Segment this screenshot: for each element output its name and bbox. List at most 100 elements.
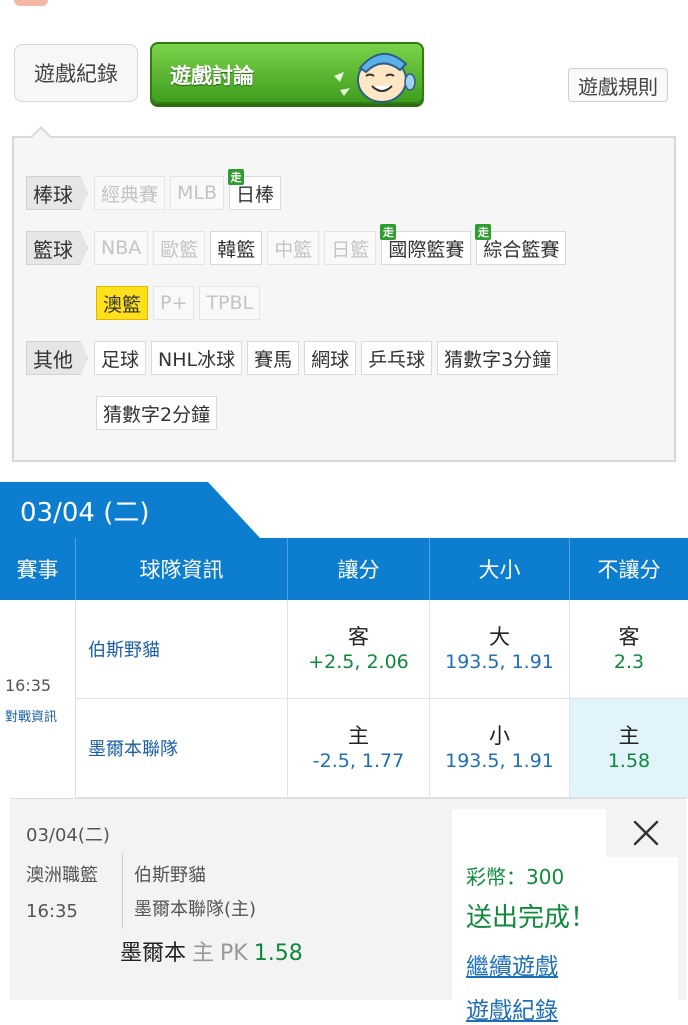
odds-moneyline-home[interactable]: 主 1.58 (570, 699, 688, 797)
close-icon (633, 820, 659, 846)
team-name-home: 墨爾本聯隊 (76, 699, 288, 797)
odds-value: 2.3 (613, 651, 645, 673)
chip-horse-racing[interactable]: 賽馬 (247, 341, 300, 375)
pick-odds: 1.58 (253, 941, 303, 966)
match-row: 16:35 對戰資訊 伯斯野貓 客 +2.5, 2.06 大 193.5, 1.… (0, 600, 688, 798)
chip-mlb[interactable]: MLB (170, 176, 225, 210)
chip-tennis[interactable]: 網球 (304, 341, 357, 375)
chip-label: 中籃 (274, 238, 313, 261)
chip-label: 賽馬 (254, 348, 293, 371)
chip-nhl[interactable]: NHL冰球 (151, 341, 243, 375)
popup-divider (122, 853, 123, 929)
odds-value: +2.5, 2.06 (308, 651, 409, 673)
odds-total-under[interactable]: 小 193.5, 1.91 (430, 699, 570, 797)
tab-game-discussion[interactable]: 遊戲討論 (150, 42, 424, 104)
chip-p-plus[interactable]: P+ (153, 286, 195, 320)
chip-label: P+ (160, 292, 188, 314)
header-total: 大小 (430, 538, 570, 600)
odds-side: 客 (618, 625, 640, 649)
pick-type: PK (220, 941, 248, 966)
live-badge-icon: 走 (228, 169, 245, 185)
game-rules-button[interactable]: 遊戲規則 (568, 68, 668, 102)
category-basketball: 籃球 (26, 231, 88, 265)
chip-label: 猜數字3分鐘 (444, 348, 552, 371)
chip-label: 國際籃賽 (388, 238, 465, 261)
chip-label: 澳籃 (103, 293, 142, 316)
chip-nba[interactable]: NBA (94, 231, 149, 265)
filter-row-basketball: 籃球 NBA 歐籃 韓籃 中籃 日籃 走國際籃賽 走綜合籃賽 (26, 224, 571, 265)
odds-side: 大 (489, 625, 510, 649)
coins-balance: 彩幣：300 (466, 865, 565, 889)
popup-league: 澳洲職籃 (26, 865, 98, 886)
odds-moneyline-away[interactable]: 客 2.3 (570, 600, 688, 698)
odds-table-header: 賽事 球隊資訊 讓分 大小 不讓分 (0, 538, 688, 600)
chip-label: 經典賽 (101, 183, 159, 206)
chip-japan-basketball[interactable]: 日籃 (324, 231, 377, 265)
pick-team: 墨爾本 (120, 941, 187, 966)
odds-spread-away[interactable]: 客 +2.5, 2.06 (288, 600, 430, 698)
tab-game-discussion-label: 遊戲討論 (170, 64, 254, 88)
chip-korea-basketball[interactable]: 韓籃 (210, 231, 263, 265)
chip-label: 韓籃 (217, 238, 256, 261)
chip-table-tennis[interactable]: 乒乓球 (361, 341, 433, 375)
chip-label: 綜合籃賽 (483, 238, 560, 261)
odds-total-over[interactable]: 大 193.5, 1.91 (430, 600, 570, 698)
chip-label: TPBL (206, 292, 254, 314)
team-row-away: 伯斯野貓 客 +2.5, 2.06 大 193.5, 1.91 客 2.3 (76, 600, 688, 699)
chip-label: 足球 (101, 348, 140, 371)
chip-guess-number-2min[interactable]: 猜數字2分鐘 (96, 396, 218, 430)
chip-label: NBA (101, 237, 142, 259)
header-team-info: 球隊資訊 (76, 538, 288, 600)
chip-china-basketball[interactable]: 中籃 (267, 231, 320, 265)
filter-row-baseball: 棒球 經典賽 MLB 走日棒 (26, 169, 286, 210)
chip-australia-basketball[interactable]: 澳籃 (96, 286, 149, 320)
league-filter-panel: 棒球 經典賽 MLB 走日棒 籃球 NBA 歐籃 韓籃 中籃 日籃 走國際籃賽 … (12, 126, 676, 462)
odds-side: 客 (348, 625, 369, 649)
chip-label: MLB (177, 182, 218, 204)
match-time-cell: 16:35 對戰資訊 (0, 600, 76, 798)
header-spread: 讓分 (288, 538, 430, 600)
pick-side: 主 (192, 941, 215, 966)
odds-spread-home[interactable]: 主 -2.5, 1.77 (288, 699, 430, 797)
match-time: 16:35 (5, 676, 52, 695)
chip-tpbl[interactable]: TPBL (199, 286, 261, 320)
header-moneyline: 不讓分 (597, 558, 661, 582)
chip-label: 猜數字2分鐘 (103, 403, 211, 426)
chip-euro-basketball[interactable]: 歐籃 (153, 231, 206, 265)
chip-npb[interactable]: 走日棒 (228, 169, 282, 210)
game-records-link[interactable]: 遊戲紀錄 (466, 991, 558, 1025)
matchup-info-link[interactable]: 對戰資訊 (5, 706, 57, 725)
odds-side: 主 (618, 724, 640, 748)
chip-label: 歐籃 (160, 238, 199, 261)
chip-guess-number-3min[interactable]: 猜數字3分鐘 (437, 341, 559, 375)
chip-classic[interactable]: 經典賽 (94, 176, 166, 210)
submit-complete-text: 送出完成！ (466, 903, 597, 933)
chip-label: 乒乓球 (368, 348, 426, 371)
live-badge-icon: 走 (380, 224, 397, 240)
filter-row-other-2: 猜數字2分鐘 (96, 396, 222, 430)
popup-team-away: 伯斯野貓 (134, 865, 206, 886)
odds-side: 主 (348, 724, 369, 748)
header-event: 賽事 (0, 538, 76, 600)
chip-intl-basketball[interactable]: 走國際籃賽 (380, 224, 472, 265)
filter-row-other: 其他 足球 NHL冰球 賽馬 網球 乒乓球 猜數字3分鐘 (26, 341, 563, 375)
popup-team-home: 墨爾本聯隊(主) (134, 899, 257, 920)
odds-value: 1.58 (607, 750, 651, 772)
popup-pick: 墨爾本主 PK 1.58 (120, 935, 303, 967)
live-badge-icon: 走 (475, 224, 492, 240)
continue-game-link[interactable]: 繼續遊戲 (466, 947, 558, 981)
close-popup-button[interactable] (606, 809, 686, 857)
chip-soccer[interactable]: 足球 (94, 341, 147, 375)
category-other: 其他 (26, 341, 88, 375)
tab-game-records[interactable]: 遊戲紀錄 (14, 44, 138, 102)
odds-value: 193.5, 1.91 (445, 750, 554, 772)
odds-value: -2.5, 1.77 (312, 750, 405, 772)
odds-value: 193.5, 1.91 (445, 651, 554, 673)
popup-time: 16:35 (26, 901, 78, 922)
team-name-away: 伯斯野貓 (76, 600, 288, 698)
chip-mixed-basketball[interactable]: 走綜合籃賽 (475, 224, 567, 265)
odds-side: 小 (489, 724, 510, 748)
game-tabs: 遊戲紀錄 遊戲討論 遊戲規則 (0, 0, 688, 130)
date-tab[interactable]: 03/04 (二) (0, 482, 260, 538)
chip-label: 網球 (311, 348, 350, 371)
